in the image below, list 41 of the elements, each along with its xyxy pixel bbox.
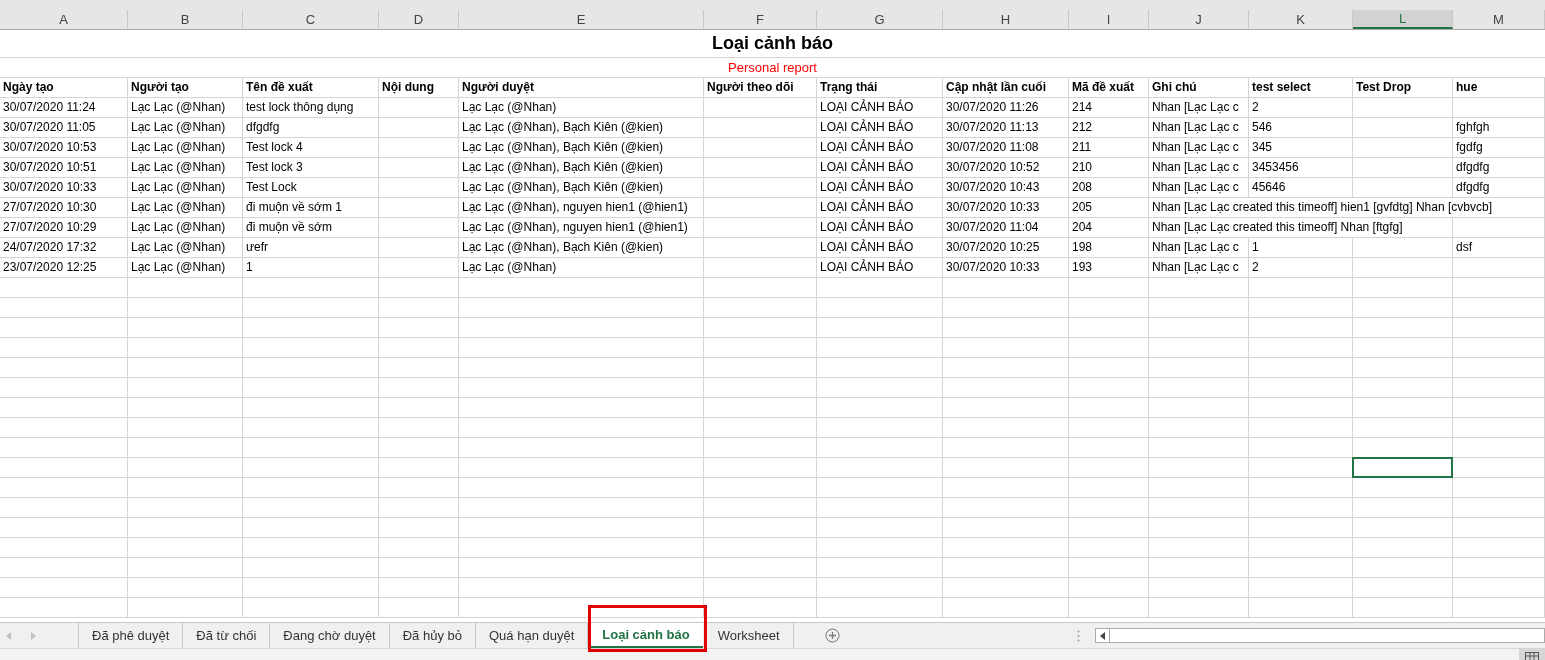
- table-cell: đi muộn về sớm: [244, 218, 333, 237]
- table-cell: LOẠI CẢNH BÁO: [818, 178, 915, 197]
- table-cell: LOẠI CẢNH BÁO: [818, 238, 915, 257]
- column-header[interactable]: A: [0, 10, 128, 29]
- sheet-tab[interactable]: Quá hạn duyệt: [476, 623, 588, 648]
- column-header[interactable]: C: [243, 10, 379, 29]
- splitter-handle-icon[interactable]: [1076, 629, 1080, 642]
- column-header[interactable]: M: [1453, 10, 1545, 29]
- table-cell: LOẠI CẢNH BÁO: [818, 198, 915, 217]
- normal-view-icon[interactable]: [1525, 652, 1539, 660]
- column-header[interactable]: D: [379, 10, 459, 29]
- sheet-tab[interactable]: Đã phê duyệt: [79, 623, 183, 648]
- sheet-tab[interactable]: Đã hủy bỏ: [389, 623, 475, 648]
- table-cell: đi muộn về sớm 1: [244, 198, 343, 217]
- sheet-tab[interactable]: Worksheet: [704, 623, 793, 648]
- column-heading: Cập nhật lần cuối: [944, 78, 1047, 97]
- table-cell: Nhan [Lạc Lạc created this timeoff] Nhan [ftgfg]: [1150, 218, 1404, 237]
- table-cell: LOẠI CẢNH BÁO: [818, 98, 915, 117]
- column-header[interactable]: L: [1353, 10, 1453, 29]
- column-header[interactable]: J: [1149, 10, 1249, 29]
- table-cell: Nhan [Lạc Lạc created this timeoff] hien1 [gvfdtg] Nhan [cvbvcb]: [1150, 198, 1493, 217]
- sheet-subtitle: Personal report: [728, 58, 817, 77]
- selected-cell[interactable]: [1352, 457, 1453, 478]
- add-sheet-icon[interactable]: [824, 628, 840, 643]
- table-cell: LOẠI CẢNH BÁO: [818, 118, 915, 137]
- column-header[interactable]: H: [943, 10, 1069, 29]
- column-header[interactable]: I: [1069, 10, 1149, 29]
- table-cell: LOẠI CẢNH BÁO: [818, 158, 915, 177]
- sheet-tab[interactable]: Loại cảnh báo: [589, 623, 703, 648]
- sheet-tab[interactable]: Đã từ chối: [183, 623, 270, 648]
- sheet-tab[interactable]: Đang chờ duyệt: [270, 623, 389, 648]
- column-header[interactable]: G: [817, 10, 943, 29]
- column-header[interactable]: B: [128, 10, 243, 29]
- horizontal-scrollbar[interactable]: [1094, 628, 1545, 643]
- table-cell: LOẠI CẢNH BÁO: [818, 138, 915, 157]
- table-cell: LOẠI CẢNH BÁO: [818, 218, 915, 237]
- sheet-title: Loại cảnh báo: [712, 32, 833, 55]
- table-cell: LOẠI CẢNH BÁO: [818, 258, 915, 277]
- column-header[interactable]: F: [704, 10, 817, 29]
- column-header[interactable]: E: [459, 10, 704, 29]
- scroll-left-icon[interactable]: [1099, 631, 1105, 640]
